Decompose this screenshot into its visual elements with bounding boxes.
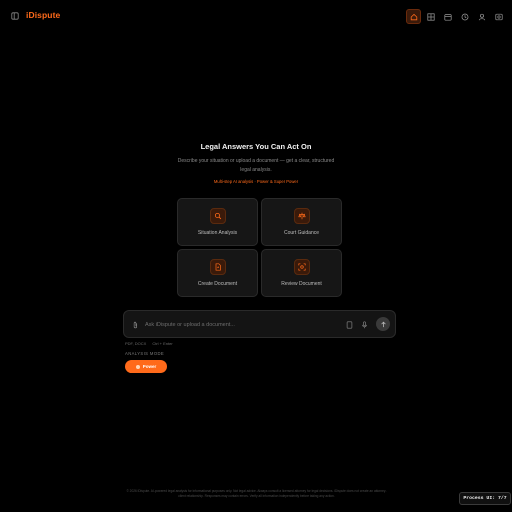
scales-icon: [294, 208, 310, 224]
top-nav: [406, 9, 506, 24]
create-document-card[interactable]: Create Document: [177, 249, 258, 297]
footer-disclaimer: © 2026 iDispute. AI-powered legal analys…: [126, 489, 387, 498]
search-icon: [210, 208, 226, 224]
input-meta: PDF, DOCX Ctrl + Enter: [125, 341, 173, 346]
bolt-icon: [135, 364, 140, 369]
card-label: Court Guidance: [283, 230, 320, 236]
send-button[interactable]: [376, 317, 390, 331]
review-document-card[interactable]: Review Document: [261, 249, 342, 297]
analysis-mode-label: ANALYSIS MODE: [125, 351, 165, 356]
document-upload-icon[interactable]: [346, 321, 353, 329]
arrow-up-icon: [380, 321, 386, 327]
nav-grid-button[interactable]: [423, 9, 438, 24]
settings-icon: [494, 13, 503, 20]
nav-home-button[interactable]: [406, 9, 421, 24]
calendar-icon: [443, 13, 452, 21]
chat-input-bar: [123, 310, 396, 338]
page-subtitle: Describe your situation or upload a docu…: [177, 158, 335, 173]
mode-power-button[interactable]: Power: [125, 360, 167, 373]
card-label: Review Document: [281, 281, 322, 287]
menu-icon[interactable]: [11, 12, 19, 20]
nav-calendar-button[interactable]: [440, 9, 455, 24]
scan-icon: [294, 259, 310, 275]
court-guidance-card[interactable]: Court Guidance: [261, 198, 342, 246]
nav-settings-button[interactable]: [491, 9, 506, 24]
microphone-icon[interactable]: [361, 321, 368, 329]
clock-icon: [461, 13, 468, 20]
user-icon: [478, 13, 485, 20]
mode-pill-label: Power: [142, 364, 157, 369]
page-title: Legal Answers You Can Act On: [200, 142, 312, 151]
card-label: Create Document: [197, 281, 238, 287]
ask-input[interactable]: [145, 320, 335, 330]
brand-logo[interactable]: iDispute: [26, 10, 60, 20]
feature-tagline: Multi-step AI analysis · Power & Super P…: [213, 179, 299, 184]
paperclip-icon[interactable]: [132, 321, 139, 329]
supported-files: PDF, DOCX: [125, 341, 147, 346]
home-icon: [410, 13, 417, 20]
card-label: Situation Analysis: [197, 230, 238, 236]
grid-icon: [426, 12, 435, 21]
process-status-badge: Process UI: 7/7: [459, 492, 511, 505]
situation-analysis-card[interactable]: Situation Analysis: [177, 198, 258, 246]
nav-profile-button[interactable]: [474, 9, 489, 24]
shortcut-hint: Ctrl + Enter: [152, 341, 173, 346]
nav-history-button[interactable]: [457, 9, 472, 24]
document-icon: [210, 259, 226, 275]
